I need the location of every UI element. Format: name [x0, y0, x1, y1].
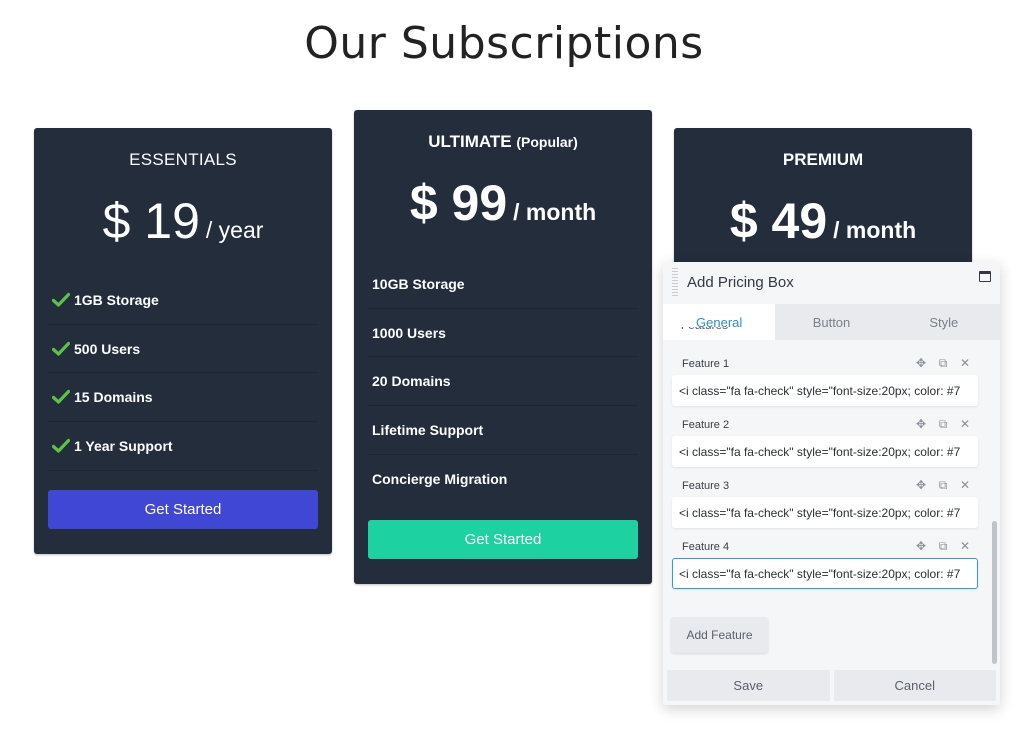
plan-name-text: PREMIUM	[782, 150, 864, 169]
plan-price: $ 99/ month	[354, 174, 652, 232]
price-period: / month	[833, 217, 917, 243]
page-title: Our Subscriptions	[304, 18, 704, 69]
feature-item: 500 Users	[48, 325, 318, 374]
feature-text: Lifetime Support	[372, 421, 484, 438]
field-actions: ✥ ⧉ ✕	[914, 539, 972, 554]
panel-title: Add Pricing Box	[687, 274, 794, 291]
price-amount: $ 49	[729, 193, 828, 249]
close-icon[interactable]: ✕	[958, 356, 972, 370]
plan-price: $ 49/ month	[674, 192, 972, 250]
pricing-card-ultimate: ULTIMATE (Popular) $ 99/ month 10GB Stor…	[354, 110, 652, 584]
check-icon	[52, 438, 70, 453]
panel-footer: Save Cancel	[667, 670, 996, 701]
close-icon[interactable]: ✕	[958, 478, 972, 492]
plan-subtitle: (Popular)	[516, 134, 578, 150]
move-icon[interactable]: ✥	[914, 539, 928, 553]
price-amount: $ 99	[409, 175, 508, 231]
feature-text: 20 Domains	[372, 373, 451, 390]
tab-button[interactable]: Button	[775, 304, 887, 340]
copy-icon[interactable]: ⧉	[936, 478, 950, 492]
feature-item: Concierge Migration	[368, 455, 638, 504]
plan-name: ULTIMATE (Popular)	[354, 132, 652, 152]
features-section-label: Features	[663, 327, 746, 340]
move-icon[interactable]: ✥	[914, 356, 928, 370]
feature-text: Concierge Migration	[372, 471, 508, 488]
field-label: Feature 4	[682, 541, 730, 553]
window-maximize-icon[interactable]	[979, 271, 991, 282]
feature-list: 1GB Storage 500 Users 15 Domains 1 Year …	[48, 276, 318, 471]
check-icon	[52, 292, 70, 307]
feature-text: 1 Year Support	[74, 437, 173, 454]
plan-name: PREMIUM	[674, 150, 972, 170]
drag-handle-icon[interactable]	[672, 268, 678, 296]
tab-style[interactable]: Style	[888, 304, 1000, 340]
get-started-button[interactable]: Get Started	[48, 490, 318, 529]
plan-name-text: ULTIMATE	[428, 132, 512, 151]
plan-name-text: ESSENTIALS	[129, 150, 237, 169]
feature-item: 10GB Storage	[368, 260, 638, 309]
feature-item: 1 Year Support	[48, 422, 318, 471]
cancel-button[interactable]: Cancel	[833, 670, 996, 701]
feature-text: 15 Domains	[74, 389, 153, 406]
pricing-card-essentials: ESSENTIALS $ 19/ year 1GB Storage 500 Us…	[34, 128, 332, 554]
price-amount: $ 19	[102, 193, 200, 249]
plan-price: $ 19/ year	[34, 192, 332, 250]
feature-1-input[interactable]	[672, 375, 978, 406]
feature-item: 20 Domains	[368, 357, 638, 407]
check-icon	[52, 341, 70, 356]
field-label: Feature 3	[682, 480, 730, 492]
copy-icon[interactable]: ⧉	[936, 539, 950, 553]
price-period: / year	[205, 217, 264, 243]
feature-item: 15 Domains	[48, 373, 318, 423]
feature-4-input[interactable]	[672, 558, 978, 589]
save-button[interactable]: Save	[667, 670, 830, 701]
feature-item: 1000 Users	[368, 309, 638, 358]
plan-name: ESSENTIALS	[34, 150, 332, 170]
field-actions: ✥ ⧉ ✕	[914, 356, 972, 371]
feature-list: 10GB Storage 1000 Users 20 Domains Lifet…	[368, 260, 638, 503]
feature-text: 1000 Users	[372, 324, 446, 341]
copy-icon[interactable]: ⧉	[936, 356, 950, 370]
field-label: Feature 1	[682, 358, 730, 370]
close-icon[interactable]: ✕	[958, 539, 972, 553]
feature-text: 500 Users	[74, 340, 141, 357]
get-started-button[interactable]: Get Started	[368, 520, 638, 559]
panel-scrollbar[interactable]	[992, 521, 997, 664]
add-feature-button[interactable]: Add Feature	[671, 617, 768, 653]
close-icon[interactable]: ✕	[958, 417, 972, 431]
move-icon[interactable]: ✥	[914, 417, 928, 431]
add-pricing-box-panel: Add Pricing Box General Button Style Fea…	[663, 262, 1000, 705]
feature-2-input[interactable]	[672, 436, 978, 467]
check-icon	[52, 390, 70, 404]
feature-text: 1GB Storage	[74, 291, 159, 308]
section-label-text: Features	[681, 327, 728, 332]
move-icon[interactable]: ✥	[914, 478, 928, 492]
field-actions: ✥ ⧉ ✕	[914, 478, 972, 493]
field-actions: ✥ ⧉ ✕	[914, 417, 972, 432]
field-label: Feature 2	[682, 419, 730, 431]
price-period: / month	[513, 199, 597, 225]
feature-text: 10GB Storage	[372, 275, 465, 292]
feature-item: 1GB Storage	[48, 276, 318, 325]
feature-item: Lifetime Support	[368, 406, 638, 455]
feature-3-input[interactable]	[672, 497, 978, 528]
copy-icon[interactable]: ⧉	[936, 417, 950, 431]
